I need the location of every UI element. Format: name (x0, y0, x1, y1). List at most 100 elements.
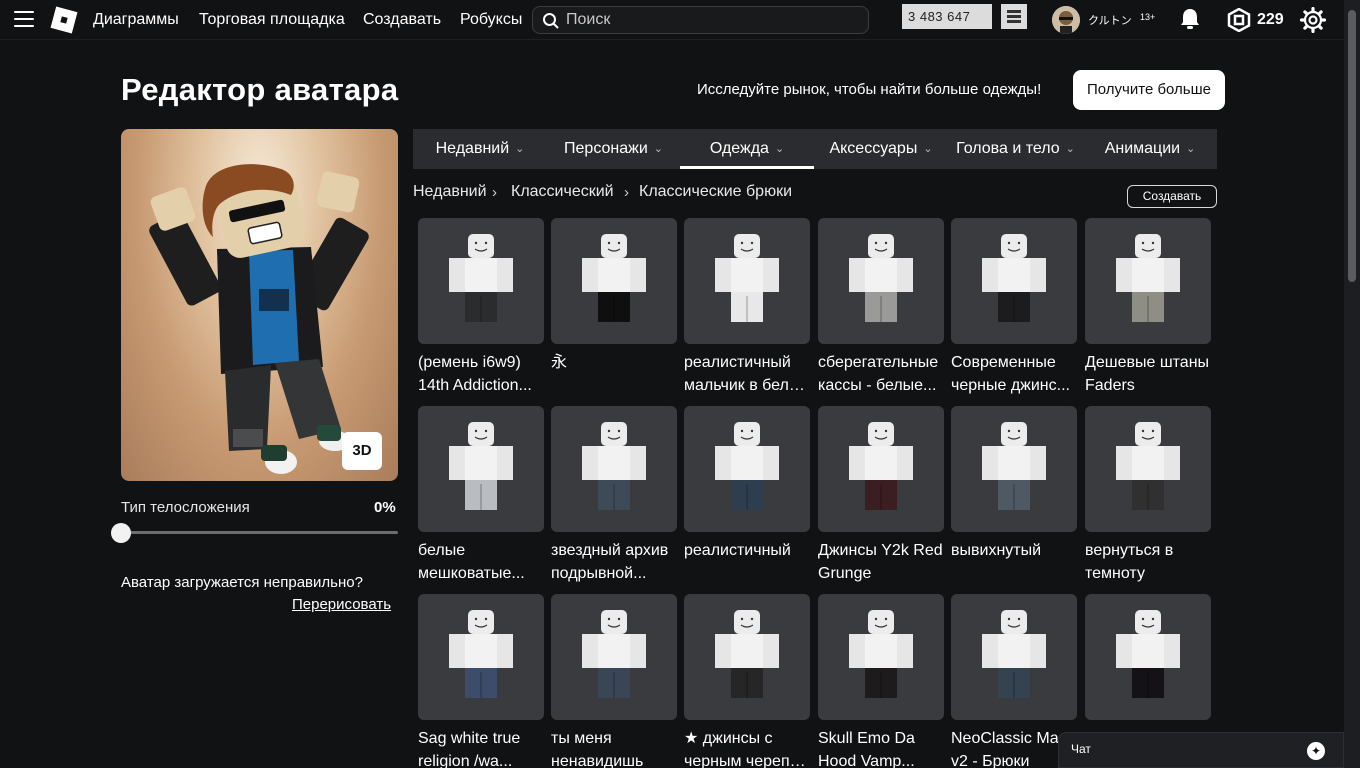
item-name: ★ джинсы с черным черепо... (684, 727, 811, 768)
item-card[interactable]: Skull Emo Da Hood Vamp... (818, 594, 945, 768)
get-more-button[interactable]: Получите больше (1073, 70, 1225, 110)
item-name-line: 永 (551, 354, 568, 371)
search-box[interactable] (532, 6, 869, 34)
item-name-line: сберегательные (818, 354, 939, 371)
item-card[interactable]: реалистичный (684, 406, 811, 562)
item-card[interactable]: белые мешковатые... (418, 406, 545, 585)
nav-marketplace[interactable]: Торговая площадка (199, 11, 345, 29)
avatar[interactable] (1052, 6, 1080, 34)
chat-bar[interactable]: Чат ✦ (1058, 732, 1344, 768)
item-thumbnail (551, 594, 677, 720)
item-name-line: Skull Emo Da (818, 730, 915, 747)
nav-charts[interactable]: Диаграммы (93, 11, 179, 29)
item-card[interactable]: (ремень i6w9) 14th Addiction... (418, 218, 545, 397)
item-name-line: темноту (1085, 565, 1145, 582)
item-name: ты меня ненавидишь (551, 727, 678, 768)
item-card[interactable]: Джинсы Y2k Red Grunge (818, 406, 945, 585)
item-name-line: ты меня (551, 730, 612, 747)
item-name-line: Sag white true (418, 730, 521, 747)
username[interactable]: クルトン (1088, 12, 1132, 28)
item-name: 永 (551, 351, 678, 374)
robux-icon[interactable] (1227, 8, 1251, 32)
create-button[interactable]: Создавать (1127, 185, 1217, 208)
tab-clothing[interactable]: Одежда ⌄ (680, 129, 814, 169)
item-name-line: (ремень i6w9) (418, 354, 521, 371)
body-type-slider-thumb[interactable] (111, 523, 131, 543)
item-thumbnail (418, 218, 544, 344)
gear-icon[interactable] (1300, 7, 1326, 33)
3d-toggle-button[interactable]: 3D (342, 432, 382, 470)
tab-animations[interactable]: Анимации ⌄ (1083, 129, 1217, 169)
item-name-line: мешковатые... (418, 565, 525, 582)
counter-value: 3 483 647 (902, 4, 992, 29)
item-card[interactable]: Дешевые штаны Faders (1085, 218, 1212, 397)
bell-icon[interactable] (1179, 7, 1201, 31)
nav-create[interactable]: Создавать (363, 11, 441, 29)
item-card[interactable]: реалистичный мальчик в белы... (684, 218, 811, 397)
item-name: Современные черные джинс... (951, 351, 1078, 397)
item-card[interactable]: вывихнутый (951, 406, 1078, 562)
item-card[interactable]: Лес Б (1085, 594, 1212, 750)
tab-label: Недавний (435, 140, 510, 157)
tab-label: Персонажи (564, 140, 648, 157)
age-badge: 13+ (1140, 12, 1156, 22)
tab-characters[interactable]: Персонажи ⌄ (547, 129, 680, 169)
tab-accessories[interactable]: Аксессуары ⌄ (814, 129, 948, 169)
search-input[interactable] (566, 9, 856, 31)
item-card[interactable]: сберегательные кассы - белые... (818, 218, 945, 397)
tab-recent[interactable]: Недавний ⌄ (413, 129, 547, 169)
chevron-down-icon: ⌄ (923, 143, 933, 155)
item-name-line: Hood Vamp... (818, 753, 915, 768)
avatar-preview[interactable] (121, 129, 398, 481)
list-icon[interactable] (1001, 4, 1027, 29)
robux-count[interactable]: 229 (1257, 11, 1284, 29)
item-name: Skull Emo Da Hood Vamp... (818, 727, 945, 768)
chevron-down-icon: ⌄ (1186, 143, 1196, 155)
body-type-value: 0% (374, 499, 396, 516)
item-name: сберегательные кассы - белые... (818, 351, 945, 397)
redraw-link[interactable]: Перерисовать (292, 596, 391, 613)
item-card[interactable]: ты меня ненавидишь (551, 594, 678, 768)
item-card[interactable]: Sag white true religion /wa... (418, 594, 545, 768)
category-tabs: Недавний ⌄ Персонажи ⌄ Одежда ⌄ Аксессуары ⌄… (413, 129, 1217, 169)
item-name: Дешевые штаны Faders (1085, 351, 1212, 397)
tab-label: Голова и тело (956, 140, 1060, 157)
item-card[interactable]: 永 (551, 218, 678, 374)
breadcrumb-classic[interactable]: Классический (511, 183, 614, 201)
item-thumbnail (418, 594, 544, 720)
tab-label: Одежда (709, 140, 769, 157)
chat-icon[interactable]: ✦ (1307, 742, 1325, 760)
search-icon (543, 13, 559, 29)
item-name-line: мальчик в белы... (684, 377, 811, 394)
item-card[interactable]: звездный архив подрывной... (551, 406, 678, 585)
item-thumbnail (684, 594, 810, 720)
item-thumbnail (418, 406, 544, 532)
loading-issue-text: Аватар загружается неправильно? (121, 574, 363, 591)
item-thumbnail (818, 594, 944, 720)
item-name: звездный архив подрывной... (551, 539, 678, 585)
chevron-right-icon: › (624, 184, 629, 201)
scrollbar-thumb[interactable] (1348, 10, 1356, 282)
nav-robux[interactable]: Робуксы (460, 11, 522, 29)
top-bar: Диаграммы Торговая площадка Создавать Ро… (0, 0, 1344, 40)
item-name-line: реалистичный (684, 542, 791, 559)
menu-icon[interactable] (14, 11, 34, 27)
item-card[interactable]: ★ джинсы с черным черепо... (684, 594, 811, 768)
item-name-line: подрывной... (551, 565, 647, 582)
tab-head-body[interactable]: Голова и тело ⌄ (948, 129, 1083, 169)
body-type-slider[interactable] (121, 531, 398, 534)
item-name-line: черным черепо... (684, 753, 811, 768)
chevron-right-icon: › (492, 184, 497, 201)
item-thumbnail (1085, 406, 1211, 532)
tab-label: Анимации (1104, 140, 1181, 157)
item-name-line: religion /wa... (418, 753, 513, 768)
item-card[interactable]: вернуться в темноту (1085, 406, 1212, 585)
item-name: вывихнутый (951, 539, 1078, 562)
body-type-label: Тип телосложения (121, 499, 250, 516)
item-name: реалистичный мальчик в белы... (684, 351, 811, 397)
breadcrumb-recent[interactable]: Недавний (413, 183, 487, 201)
item-card[interactable]: Современные черные джинс... (951, 218, 1078, 397)
item-name: белые мешковатые... (418, 539, 545, 585)
item-name: реалистичный (684, 539, 811, 562)
roblox-logo[interactable] (50, 6, 78, 34)
